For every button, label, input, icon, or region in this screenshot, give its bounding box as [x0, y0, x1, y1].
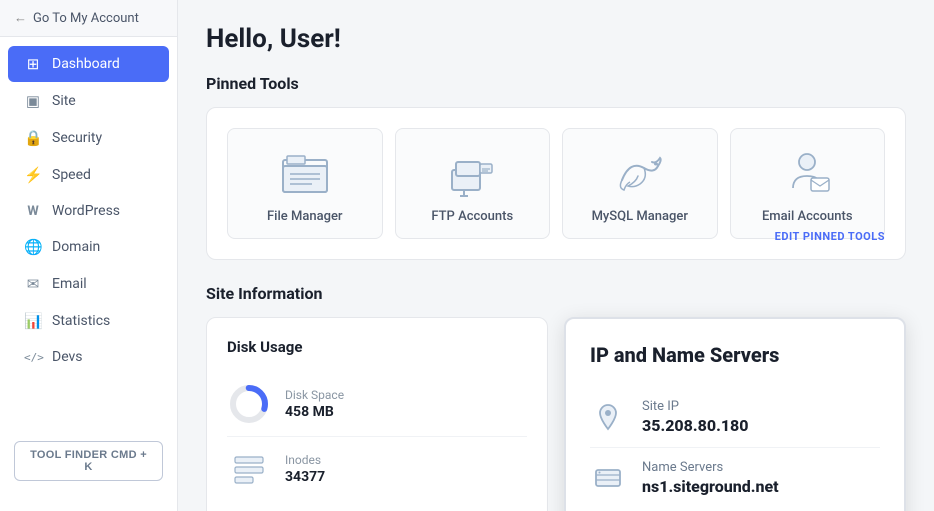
file-manager-label: File Manager	[267, 209, 343, 224]
back-arrow-icon: ←	[14, 10, 27, 26]
site-info-section: Site Information Disk Usage Disk Space 4…	[206, 284, 906, 511]
inodes-label: Inodes	[285, 453, 325, 467]
disk-space-value: 458 MB	[285, 404, 344, 420]
page-title: Hello, User!	[206, 24, 906, 54]
sidebar-item-site[interactable]: ▣ Site	[8, 83, 169, 119]
site-ip-value: 35.208.80.180	[642, 416, 749, 435]
nameservers-info: Name Servers ns1.siteground.net	[642, 460, 779, 496]
ftp-accounts-label: FTP Accounts	[431, 209, 513, 224]
security-icon: 🔒	[24, 129, 42, 147]
sidebar-item-label: Email	[52, 276, 87, 292]
site-ip-row: Site IP 35.208.80.180	[590, 387, 880, 448]
sidebar-item-label: WordPress	[52, 203, 120, 219]
inodes-value: 34377	[285, 469, 325, 485]
devs-icon: </>	[24, 351, 42, 364]
main-content: Hello, User! Pinned Tools	[178, 0, 934, 511]
disk-space-label: Disk Space	[285, 388, 344, 402]
pinned-tools-section: Pinned Tools	[206, 74, 906, 260]
site-ip-info: Site IP 35.208.80.180	[642, 399, 749, 435]
sidebar: ← Go To My Account ⊞ Dashboard ▣ Site 🔒 …	[0, 0, 178, 511]
ip-card-title: IP and Name Servers	[590, 343, 880, 367]
mysql-manager-label: MySQL Manager	[592, 209, 688, 224]
tool-card-mysql-manager[interactable]: MySQL Manager	[562, 128, 718, 239]
wordpress-icon: W	[24, 204, 42, 219]
inodes-info: Inodes 34377	[285, 453, 325, 485]
dashboard-icon: ⊞	[24, 55, 42, 73]
tool-card-file-manager[interactable]: File Manager	[227, 128, 383, 239]
site-info-title: Site Information	[206, 284, 906, 303]
nameservers-label: Name Servers	[642, 460, 779, 475]
sidebar-item-label: Statistics	[52, 313, 110, 329]
inodes-row: Inodes 34377	[227, 437, 527, 501]
sidebar-item-label: Site	[52, 93, 76, 109]
domain-icon: 🌐	[24, 238, 42, 256]
sidebar-item-security[interactable]: 🔒 Security	[8, 120, 169, 156]
mysql-manager-icon	[610, 149, 670, 199]
sidebar-item-email[interactable]: ✉ Email	[8, 266, 169, 302]
edit-pinned-tools[interactable]: EDIT PINNED TOOLS	[775, 230, 885, 243]
email-icon: ✉	[24, 275, 42, 293]
tool-card-ftp-accounts[interactable]: FTP Accounts	[395, 128, 551, 239]
disk-usage-title: Disk Usage	[227, 338, 527, 356]
tool-card-email-accounts[interactable]: Email Accounts	[730, 128, 886, 239]
site-icon: ▣	[24, 92, 42, 110]
sidebar-item-label: Speed	[52, 167, 91, 183]
inodes-icon	[227, 447, 271, 491]
disk-space-donut	[227, 382, 271, 426]
tool-finder-button[interactable]: TOOL FINDER CMD + K	[14, 441, 163, 481]
nameservers-icon	[590, 460, 626, 496]
email-accounts-label: Email Accounts	[762, 209, 853, 224]
statistics-icon: 📊	[24, 312, 42, 330]
disk-space-row: Disk Space 458 MB	[227, 372, 527, 437]
disk-space-info: Disk Space 458 MB	[285, 388, 344, 420]
site-ip-label: Site IP	[642, 399, 749, 414]
nameservers-value: ns1.siteground.net	[642, 477, 779, 496]
email-accounts-icon	[777, 149, 837, 199]
sidebar-item-speed[interactable]: ⚡ Speed	[8, 157, 169, 193]
sidebar-item-dashboard[interactable]: ⊞ Dashboard	[8, 46, 169, 82]
nameservers-row: Name Servers ns1.siteground.net	[590, 448, 880, 508]
sidebar-item-devs[interactable]: </> Devs	[8, 340, 169, 374]
sidebar-item-statistics[interactable]: 📊 Statistics	[8, 303, 169, 339]
goto-my-account[interactable]: ← Go To My Account	[0, 0, 177, 37]
sidebar-item-label: Devs	[52, 349, 83, 365]
sidebar-item-domain[interactable]: 🌐 Domain	[8, 229, 169, 265]
speed-icon: ⚡	[24, 166, 42, 184]
site-info-grid: Disk Usage Disk Space 458 MB	[206, 317, 906, 511]
ip-nameservers-card: IP and Name Servers Site IP 35.208.80.18…	[564, 317, 906, 511]
sidebar-item-label: Dashboard	[52, 56, 120, 72]
pinned-tools-grid: File Manager	[227, 128, 885, 239]
site-ip-icon	[590, 399, 626, 435]
pinned-tools-title: Pinned Tools	[206, 74, 906, 93]
sidebar-item-wordpress[interactable]: W WordPress	[8, 194, 169, 228]
ftp-accounts-icon	[442, 149, 502, 199]
pinned-tools-card: File Manager	[206, 107, 906, 260]
disk-usage-card: Disk Usage Disk Space 458 MB	[206, 317, 548, 511]
sidebar-nav: ⊞ Dashboard ▣ Site 🔒 Security ⚡ Speed W …	[0, 37, 177, 431]
sidebar-item-label: Domain	[52, 239, 100, 255]
file-manager-icon	[275, 149, 335, 199]
goto-label: Go To My Account	[33, 11, 139, 26]
sidebar-item-label: Security	[52, 130, 102, 146]
